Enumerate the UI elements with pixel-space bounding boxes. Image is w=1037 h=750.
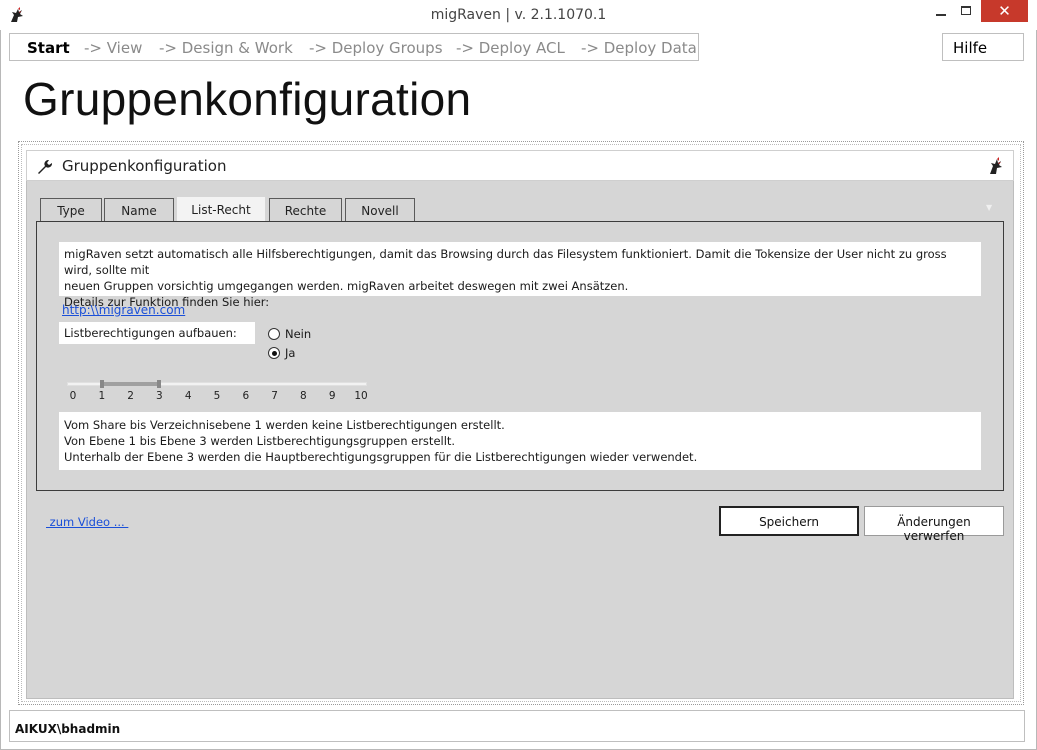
slider-tick-label: 10 [354, 390, 368, 402]
result-text: Vom Share bis Verzeichnisebene 1 werden … [59, 412, 981, 470]
slider-tick-label: 2 [127, 390, 134, 402]
window-title: migRaven | v. 2.1.1070.1 [430, 7, 607, 23]
nav-item-design-work[interactable]: -> Design & Work [159, 39, 293, 57]
maximize-icon [961, 6, 971, 15]
slider-tick-label: 0 [69, 390, 77, 402]
slider-tick-label: 6 [242, 390, 250, 402]
panel-title: Gruppenkonfiguration [62, 157, 227, 175]
list-permissions-label: Listberechtigungen aufbauen: [59, 322, 255, 344]
wrench-icon [38, 159, 53, 174]
nav-item-view[interactable]: -> View [84, 39, 142, 57]
discard-changes-button[interactable]: Änderungen verwerfen [864, 506, 1004, 543]
maximize-button[interactable] [951, 0, 981, 22]
tab-list-recht[interactable]: List-Recht [176, 196, 266, 222]
radio-button[interactable] [268, 347, 280, 359]
minimize-icon [936, 14, 946, 16]
slider-selected-range [101, 382, 160, 386]
slider-tick-label: 1 [98, 390, 106, 402]
current-user: AIKUX\bhadmin [15, 722, 121, 736]
panel-header: Gruppenkonfiguration [26, 150, 1014, 181]
radio-ja[interactable]: Ja [268, 346, 295, 360]
nav-item-deploy-acl[interactable]: -> Deploy ACL [456, 39, 565, 57]
tab-rechte[interactable]: Rechte [269, 198, 342, 222]
slider-tick-label: 9 [328, 390, 336, 402]
save-button[interactable]: Speichern [719, 506, 859, 536]
slider-thumb-end[interactable] [157, 380, 162, 388]
info-line: migRaven setzt automatisch alle Hilfsber… [64, 247, 947, 277]
result-line: Von Ebene 1 bis Ebene 3 werden Listberec… [64, 434, 456, 448]
info-text: migRaven setzt automatisch alle Hilfsber… [59, 242, 981, 309]
slider-tick-label: 3 [156, 390, 163, 402]
tab-overflow-dropdown-icon[interactable]: ▼ [986, 203, 992, 212]
info-line: Details zur Funktion finden Sie hier: [64, 295, 270, 309]
result-line: Unterhalb der Ebene 3 werden die Hauptbe… [64, 450, 698, 464]
radio-label: Ja [285, 346, 296, 360]
status-bar: AIKUX\bhadmin [9, 710, 1025, 742]
slider-tick-label: 5 [213, 390, 221, 402]
radio-button[interactable] [268, 328, 280, 340]
workflow-nav: Start -> View -> Design & Work -> Deploy… [9, 33, 699, 61]
slider-thumb-start[interactable] [99, 380, 104, 388]
video-link[interactable]: zum Video ... [46, 515, 128, 529]
tab-name[interactable]: Name [104, 198, 174, 222]
radio-nein[interactable]: Nein [268, 327, 311, 341]
migraven-website-link[interactable]: http:\\migraven.com [62, 303, 185, 317]
page-title: Gruppenkonfiguration [23, 73, 472, 125]
title-bar: migRaven | v. 2.1.1070.1 ✕ [0, 0, 1037, 30]
nav-item-start[interactable]: Start [27, 39, 70, 57]
rooster-logo-icon [990, 157, 1002, 174]
tab-type[interactable]: Type [40, 198, 102, 222]
radio-label: Nein [285, 327, 312, 341]
slider-tick-label: 8 [300, 390, 307, 402]
nav-item-deploy-data[interactable]: -> Deploy Data [581, 39, 697, 57]
slider-tick-label: 7 [271, 390, 278, 402]
info-line: neuen Gruppen vorsichtig umgegangen werd… [64, 279, 629, 293]
close-button[interactable]: ✕ [981, 0, 1028, 22]
slider-tick-label: 4 [184, 390, 192, 402]
result-line: Vom Share bis Verzeichnisebene 1 werden … [64, 418, 505, 432]
tab-novell[interactable]: Novell [345, 198, 415, 222]
help-button[interactable]: Hilfe [942, 33, 1024, 61]
nav-item-deploy-groups[interactable]: -> Deploy Groups [309, 39, 443, 57]
